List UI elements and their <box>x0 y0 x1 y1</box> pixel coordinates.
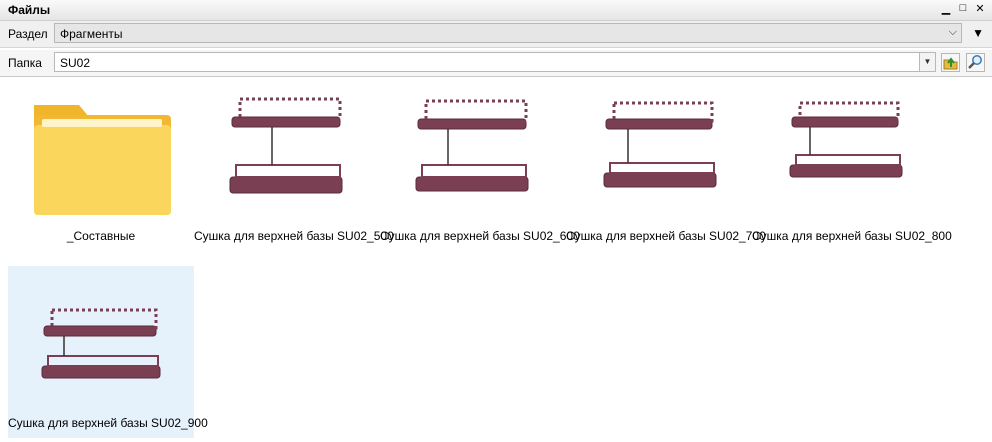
dish-rack-icon <box>789 101 903 178</box>
folder-select[interactable]: SU02 ▼ <box>54 52 936 72</box>
dropdown-arrow-icon[interactable]: ▼ <box>919 53 935 71</box>
grid-item-model[interactable]: Сушка для верхней базы SU02_700 <box>566 79 766 251</box>
folder-icon <box>34 105 171 215</box>
item-label: Сушка для верхней базы SU02_900 <box>8 416 208 430</box>
dish-rack-icon <box>41 308 161 379</box>
chevron-down-icon: ⌵ <box>948 26 957 38</box>
grid-item-model[interactable]: Сушка для верхней базы SU02_500 <box>194 79 394 251</box>
folder-up-icon <box>943 57 958 70</box>
item-label: _Составные <box>66 229 136 243</box>
section-row: Раздел Фрагменты ⌵ ▼ <box>0 21 992 48</box>
search-button[interactable] <box>966 53 985 72</box>
window-titlebar: Файлы ▁ □ ✕ <box>0 0 992 21</box>
folder-row: Папка SU02 ▼ <box>0 50 992 77</box>
section-value: Фрагменты <box>60 27 123 41</box>
maximize-button[interactable]: □ <box>957 2 969 15</box>
section-dropdown-button[interactable]: ▼ <box>972 26 984 40</box>
item-label: Сушка для верхней базы SU02_500 <box>194 229 394 243</box>
section-label: Раздел <box>8 27 48 41</box>
folder-label: Папка <box>8 56 42 70</box>
window-controls: ▁ □ ✕ <box>940 2 986 15</box>
folder-up-button[interactable] <box>941 53 960 72</box>
section-select[interactable]: Фрагменты ⌵ <box>54 23 962 43</box>
minimize-button[interactable]: ▁ <box>940 2 952 15</box>
grid-item-model-selected[interactable]: Сушка для верхней базы SU02_900 <box>8 266 208 438</box>
folder-value: SU02 <box>60 56 91 70</box>
item-label: Сушка для верхней базы SU02_600 <box>380 229 580 243</box>
item-label: Сушка для верхней базы SU02_700 <box>566 229 766 243</box>
item-label: Сушка для верхней базы SU02_800 <box>752 229 952 243</box>
search-icon <box>968 55 982 69</box>
window-title: Файлы <box>8 3 51 17</box>
dish-rack-icon <box>229 97 343 194</box>
dish-rack-icon <box>603 101 717 188</box>
dish-rack-icon <box>415 99 529 192</box>
grid-item-model[interactable]: Сушка для верхней базы SU02_800 <box>752 79 952 251</box>
close-button[interactable]: ✕ <box>974 2 986 15</box>
grid-item-model[interactable]: Сушка для верхней базы SU02_600 <box>380 79 580 251</box>
grid-item-folder[interactable]: _Составные <box>8 79 194 251</box>
file-grid: _Составные Сушка для верхней базы SU02_5… <box>0 79 992 442</box>
